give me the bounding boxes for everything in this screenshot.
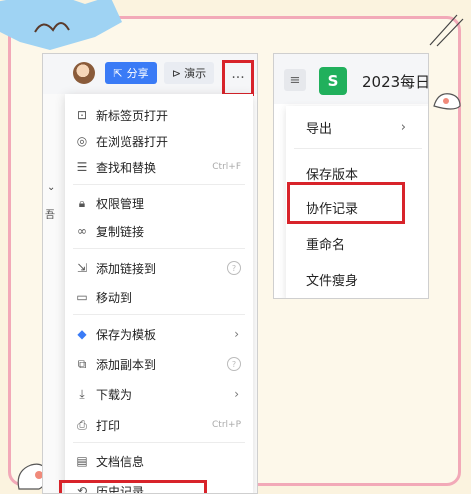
cat-paw-doodle — [433, 93, 461, 110]
chevron-right-icon: › — [234, 327, 239, 341]
menu-item-save-template[interactable]: ◆ 保存为模板 › — [65, 321, 253, 347]
menu-item-label: 新标签页打开 — [96, 108, 169, 123]
help-icon[interactable]: ? — [227, 357, 241, 371]
menu-item-export[interactable]: 导出 › — [286, 112, 428, 142]
right-screenshot: ≡ S 2023每日 导出 › 保存版本 协作记录 重命名 文件瘦身 — [273, 53, 429, 299]
sheet-edge: ⌄ 吾 — [43, 94, 66, 493]
document-title: 2023每日 — [362, 73, 429, 91]
help-icon[interactable]: ? — [227, 261, 241, 275]
top-toolbar: ⇱ 分享 ⊳ 演示 ··· — [43, 54, 257, 96]
divider — [73, 248, 245, 249]
shortcut-label: Ctrl+P — [212, 420, 241, 430]
divider — [73, 184, 245, 185]
template-icon: ◆ — [77, 327, 87, 341]
doc-info-icon: ▤ — [76, 454, 88, 468]
menu-item-new-tab[interactable]: ⊡ 新标签页打开 — [65, 102, 253, 128]
divider — [294, 148, 422, 149]
more-options-button[interactable]: ··· — [222, 60, 254, 96]
download-icon: ⤓ — [79, 386, 85, 401]
menu-item-label: 保存版本 — [306, 167, 359, 183]
menu-item-label: 查找和替换 — [96, 160, 157, 175]
menu-item-rename[interactable]: 重命名 — [286, 228, 428, 258]
menu-item-open-browser[interactable]: ◎ 在浏览器打开 — [65, 128, 253, 154]
divider — [73, 314, 245, 315]
menu-hamburger-icon[interactable]: ≡ — [284, 69, 306, 91]
menu-item-label: 打印 — [96, 418, 121, 433]
left-screenshot: ⇱ 分享 ⊳ 演示 ··· ⌄ 吾 ⊡ 新标签页打开 ◎ 在浏览器打开 ☰ 查找… — [42, 53, 258, 494]
present-button[interactable]: ⊳ 演示 — [164, 62, 214, 84]
menu-item-copy-link[interactable]: ∞ 复制链接 — [65, 218, 253, 244]
chevron-right-icon: › — [400, 119, 406, 135]
copy-icon: ⧉ — [77, 356, 87, 371]
menu-item-find-replace[interactable]: ☰ 查找和替换 Ctrl+F — [65, 154, 253, 180]
share-label: 分享 — [126, 67, 149, 80]
find-replace-icon: ☰ — [76, 160, 88, 174]
lock-icon: 🔒︎ — [78, 195, 86, 210]
menu-item-label: 添加副本到 — [96, 357, 157, 372]
menu-item-label: 文件瘦身 — [306, 273, 359, 289]
menu-item-label: 保存为模板 — [96, 327, 157, 342]
sheet-logo-icon: S — [319, 67, 347, 95]
play-icon: ⊳ — [171, 66, 182, 80]
menu-item-download-as[interactable]: ⤓ 下载为 › — [65, 381, 253, 407]
menu-item-label: 复制链接 — [96, 224, 145, 239]
menu-item-slim-file[interactable]: 文件瘦身 — [286, 264, 428, 294]
edge-char: 吾 — [45, 210, 55, 221]
file-toolbar: ≡ S 2023每日 — [274, 54, 428, 104]
menu-item-label: 文档信息 — [96, 454, 145, 469]
menu-item-label: 权限管理 — [96, 196, 145, 211]
add-link-icon: ⇲ — [76, 261, 88, 275]
menu-item-move-to[interactable]: ▭ 移动到 — [65, 284, 253, 310]
menu-item-label: 重命名 — [306, 237, 346, 253]
menu-item-label: 添加链接到 — [96, 261, 157, 276]
history-highlight-box — [59, 480, 207, 493]
share-icon: ⇱ — [113, 66, 123, 80]
menu-item-permissions[interactable]: 🔒︎ 权限管理 — [65, 190, 253, 216]
collab-record-highlight-box — [287, 182, 405, 224]
link-icon: ∞ — [77, 224, 87, 238]
more-options-menu: ⊡ 新标签页打开 ◎ 在浏览器打开 ☰ 查找和替换 Ctrl+F 🔒︎ 权限管理… — [65, 94, 253, 493]
menu-item-label: 移动到 — [96, 290, 133, 305]
chevron-down-icon[interactable]: ⌄ — [47, 182, 55, 193]
move-folder-icon: ▭ — [76, 290, 88, 304]
present-label: 演示 — [184, 67, 207, 80]
divider — [73, 442, 245, 443]
printer-icon: ⎙ — [77, 417, 87, 432]
menu-item-add-copy[interactable]: ⧉ 添加副本到 ? — [65, 351, 253, 377]
shortcut-label: Ctrl+F — [212, 162, 241, 172]
pencil-doodle — [429, 14, 464, 47]
menu-item-label: 下载为 — [96, 387, 133, 402]
chevron-right-icon: › — [234, 387, 239, 401]
menu-item-print[interactable]: ⎙ 打印 Ctrl+P — [65, 412, 253, 438]
browser-icon: ◎ — [76, 134, 88, 148]
avatar[interactable] — [73, 62, 95, 84]
menu-item-label: 导出 — [306, 121, 333, 137]
more-icon: ··· — [231, 70, 245, 86]
share-button[interactable]: ⇱ 分享 — [105, 62, 157, 84]
menu-item-label: 在浏览器打开 — [96, 134, 169, 149]
new-tab-icon: ⊡ — [76, 108, 88, 122]
menu-item-add-link[interactable]: ⇲ 添加链接到 ? — [65, 255, 253, 281]
menu-item-doc-info[interactable]: ▤ 文档信息 — [65, 448, 253, 474]
